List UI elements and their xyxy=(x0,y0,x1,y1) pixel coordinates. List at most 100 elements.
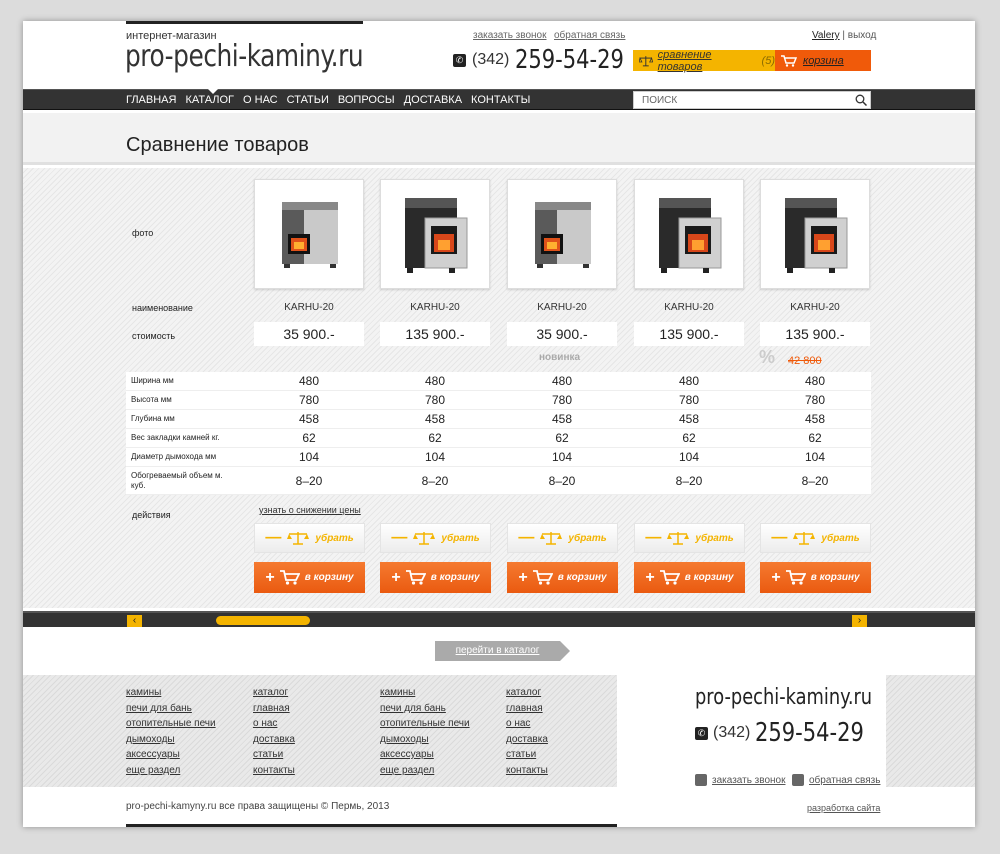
footer-phone: ✆ (342) 259-54-29 xyxy=(695,718,876,748)
add-to-cart-button[interactable]: + в корзину xyxy=(634,562,745,593)
spec-label: Обогреваемый объем м. куб. xyxy=(131,470,223,490)
scroll-right-arrow[interactable]: › xyxy=(852,615,867,627)
remove-button[interactable]: — убрать xyxy=(380,523,491,553)
footer-link[interactable]: печи для бань xyxy=(126,701,216,717)
table-row: Обогреваемый объем м. куб. 8–20 8–20 8–20 8–… xyxy=(126,467,871,495)
footer-link[interactable]: статьи xyxy=(253,747,295,763)
nav-item-0[interactable]: ГЛАВНАЯ xyxy=(126,90,185,110)
footer-link[interactable]: доставка xyxy=(506,732,548,748)
spec-value: 104 xyxy=(424,450,446,464)
add-to-cart-button[interactable]: + в корзину xyxy=(380,562,491,593)
product-photo[interactable] xyxy=(380,179,490,289)
footer-column: камины печи для бань отопительные печи дымо… xyxy=(126,685,216,778)
remove-button[interactable]: — убрать xyxy=(507,523,618,553)
nav-item-1[interactable]: КАТАЛОГ xyxy=(185,89,243,110)
developer-link[interactable]: разработка сайта xyxy=(807,803,880,813)
nav-items: ГЛАВНАЯ КАТАЛОГ О НАС СТАТЬИ ВОПРОСЫ ДОСТАВКА… xyxy=(126,89,539,110)
scroll-left-arrow[interactable]: ‹ xyxy=(127,615,142,627)
feedback-link[interactable]: обратная связь xyxy=(554,30,625,41)
spec-value: 480 xyxy=(678,374,700,388)
nav-item-2[interactable]: О НАС xyxy=(243,90,287,110)
cart-icon xyxy=(659,570,680,585)
footer-right-bg xyxy=(886,675,975,787)
footer-link[interactable]: каталог xyxy=(253,685,295,701)
product-name[interactable]: KARHU-20 xyxy=(380,302,490,313)
footer-link[interactable]: отопительные печи xyxy=(380,716,470,732)
footer-link[interactable]: дымоходы xyxy=(380,732,470,748)
horizontal-scrollbar[interactable]: ‹ › xyxy=(23,611,975,627)
spec-value: 480 xyxy=(424,374,446,388)
phone-icon: ✆ xyxy=(695,726,708,740)
footer-bottom-line xyxy=(126,824,617,827)
product-name[interactable]: KARHU-20 xyxy=(760,302,870,313)
cart-icon xyxy=(785,570,806,585)
footer-logo[interactable]: pro-pechi-kaminy.ru xyxy=(695,685,872,710)
product-name[interactable]: KARHU-20 xyxy=(507,302,617,313)
nav-item-4[interactable]: ВОПРОСЫ xyxy=(338,90,404,110)
footer-order-call-link[interactable]: заказать звонок xyxy=(695,774,786,786)
footer-link[interactable]: о нас xyxy=(506,716,548,732)
nav-item-6[interactable]: КОНТАКТЫ xyxy=(471,90,539,110)
add-to-cart-button[interactable]: + в корзину xyxy=(507,562,618,593)
footer-link[interactable]: статьи xyxy=(506,747,548,763)
footer-link[interactable]: камины xyxy=(380,685,470,701)
product-photo[interactable] xyxy=(760,179,870,289)
minus-icon: — xyxy=(518,529,535,546)
remove-label: убрать xyxy=(315,532,354,544)
cart-button[interactable]: корзина xyxy=(775,50,871,71)
footer-link[interactable]: отопительные печи xyxy=(126,716,216,732)
add-to-cart-button[interactable]: + в корзину xyxy=(760,562,871,593)
site-logo[interactable]: pro-pechi-kaminy.ru xyxy=(125,39,364,74)
footer-link[interactable]: дымоходы xyxy=(126,732,216,748)
tocart-label: в корзину xyxy=(684,572,734,583)
logout-link[interactable]: выход xyxy=(848,30,877,41)
footer-feedback-link[interactable]: обратная связь xyxy=(792,774,880,786)
spec-value: 458 xyxy=(678,412,700,426)
remove-button[interactable]: — убрать xyxy=(634,523,745,553)
spec-value: 104 xyxy=(804,450,826,464)
compare-label: сравнение товаров xyxy=(657,48,712,73)
nav-item-3[interactable]: СТАТЬИ xyxy=(287,90,338,110)
product-price: 135 900.- xyxy=(380,322,490,346)
order-call-link[interactable]: заказать звонок xyxy=(473,30,547,41)
spec-value: 458 xyxy=(298,412,320,426)
footer-link[interactable]: камины xyxy=(126,685,216,701)
footer-link[interactable]: главная xyxy=(506,701,548,717)
product-photo[interactable] xyxy=(507,179,617,289)
label-photo: фото xyxy=(132,228,154,238)
scroll-thumb[interactable] xyxy=(216,616,310,625)
footer-phone-code: (342) xyxy=(713,724,751,741)
new-badge: новинка xyxy=(539,352,581,363)
footer-link[interactable]: печи для бань xyxy=(380,701,470,717)
footer-link[interactable]: контакты xyxy=(253,763,295,779)
tocart-label: в корзину xyxy=(557,572,607,583)
user-name-link[interactable]: Valery xyxy=(812,30,840,41)
product-name[interactable]: KARHU-20 xyxy=(634,302,744,313)
remove-label: убрать xyxy=(695,532,734,544)
price-drop-link[interactable]: узнать о снижении цены xyxy=(259,505,361,515)
table-row: Высота мм 780 780 780 780 780 xyxy=(126,391,871,410)
compare-button[interactable]: сравнение товаров (5) xyxy=(633,48,775,73)
search-input[interactable] xyxy=(634,92,852,108)
envelope-icon xyxy=(792,774,804,786)
footer-link[interactable]: о нас xyxy=(253,716,295,732)
footer-link[interactable]: еще раздел xyxy=(380,763,470,779)
old-price: 42 800 xyxy=(788,355,822,367)
remove-button[interactable]: — убрать xyxy=(254,523,365,553)
search-icon[interactable] xyxy=(852,92,870,108)
product-photo[interactable] xyxy=(254,179,364,289)
footer-link[interactable]: еще раздел xyxy=(126,763,216,779)
nav-item-5[interactable]: ДОСТАВКА xyxy=(404,90,471,110)
footer-link[interactable]: доставка xyxy=(253,732,295,748)
add-to-cart-button[interactable]: + в корзину xyxy=(254,562,365,593)
remove-button[interactable]: — убрать xyxy=(760,523,871,553)
product-name[interactable]: KARHU-20 xyxy=(254,302,364,313)
footer-link[interactable]: каталог xyxy=(506,685,548,701)
footer-link[interactable]: аксессуары xyxy=(380,747,470,763)
product-photo[interactable] xyxy=(634,179,744,289)
footer-link[interactable]: контакты xyxy=(506,763,548,779)
footer-link[interactable]: аксессуары xyxy=(126,747,216,763)
footer-link[interactable]: главная xyxy=(253,701,295,717)
table-row: Вес закладки камней кг. 62 62 62 62 62 xyxy=(126,429,871,448)
to-catalog-button[interactable]: перейти в каталог xyxy=(435,641,570,661)
